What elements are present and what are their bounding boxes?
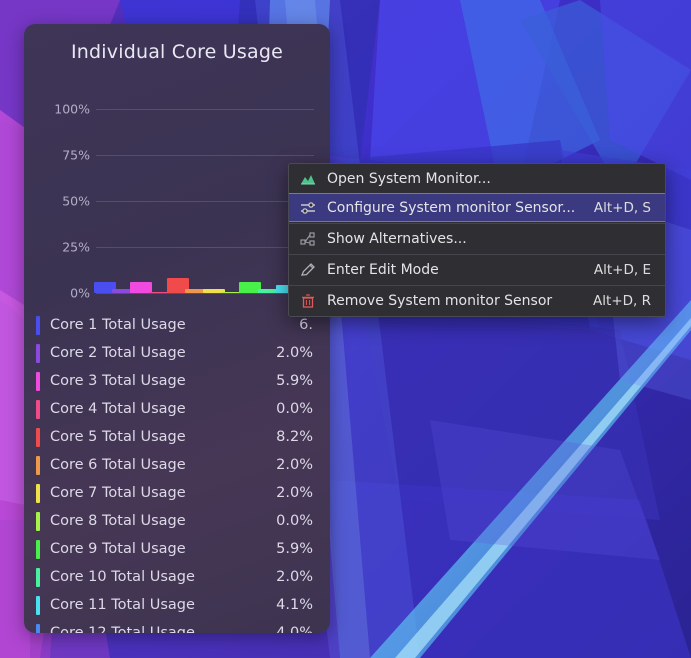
legend-label: Core 12 Total Usage (50, 625, 195, 633)
legend-row[interactable]: Core 4 Total Usage 0.0% (24, 395, 330, 423)
y-axis-label-0: 0% (70, 285, 90, 301)
y-axis-label-100: 100% (54, 101, 90, 117)
legend-row[interactable]: Core 12 Total Usage 4.0% (24, 619, 330, 633)
legend-color-swatch (36, 315, 40, 335)
legend-color-swatch (36, 343, 40, 363)
legend-value: 2.0% (276, 485, 313, 501)
legend-value: 2.0% (276, 569, 313, 585)
menu-item-label: Open System Monitor... (327, 171, 491, 187)
legend-color-swatch (36, 623, 40, 633)
y-axis-label-25: 25% (62, 239, 90, 255)
menu-separator (289, 285, 665, 286)
menu-item-shortcut: Alt+D, E (593, 262, 651, 278)
system-monitor-widget[interactable]: Individual Core Usage 100% 75% 50% 25% 0% Co… (24, 24, 330, 633)
menu-separator (289, 254, 665, 255)
legend-row[interactable]: Core 6 Total Usage 2.0% (24, 451, 330, 479)
sliders-icon (297, 200, 319, 216)
legend-value: 8.2% (276, 429, 313, 445)
legend-color-swatch (36, 567, 40, 587)
legend-label: Core 6 Total Usage (50, 457, 186, 473)
legend-value: 2.0% (276, 457, 313, 473)
legend-row[interactable]: Core 10 Total Usage 2.0% (24, 563, 330, 591)
legend-row[interactable]: Core 5 Total Usage 8.2% (24, 423, 330, 451)
legend-value: 4.0% (276, 625, 313, 633)
legend-value: 6. (299, 317, 313, 333)
legend-row[interactable]: Core 11 Total Usage 4.1% (24, 591, 330, 619)
legend-color-swatch (36, 455, 40, 475)
legend-row[interactable]: Core 9 Total Usage 5.9% (24, 535, 330, 563)
legend-label: Core 2 Total Usage (50, 345, 186, 361)
legend-color-swatch (36, 511, 40, 531)
legend-row[interactable]: Core 2 Total Usage 2.0% (24, 339, 330, 367)
chart-plot-area (94, 76, 316, 309)
legend-color-swatch (36, 483, 40, 503)
legend-row[interactable]: Core 7 Total Usage 2.0% (24, 479, 330, 507)
legend-value: 0.0% (276, 401, 313, 417)
legend-color-swatch (36, 371, 40, 391)
pencil-icon (297, 262, 319, 278)
menu-item-enter-edit-mode[interactable]: Enter Edit Mode Alt+D, E (289, 256, 665, 284)
legend-label: Core 5 Total Usage (50, 429, 186, 445)
legend-row[interactable]: Core 1 Total Usage 6. (24, 311, 330, 339)
trash-icon (297, 293, 319, 309)
legend-label: Core 1 Total Usage (50, 317, 186, 333)
legend-value: 5.9% (276, 541, 313, 557)
context-menu[interactable]: Open System Monitor... Configure System m… (288, 163, 666, 317)
legend-label: Core 10 Total Usage (50, 569, 195, 585)
menu-separator (289, 223, 665, 224)
legend-color-swatch (36, 595, 40, 615)
legend-value: 0.0% (276, 513, 313, 529)
legend-color-swatch (36, 427, 40, 447)
menu-item-label: Enter Edit Mode (327, 262, 439, 278)
menu-item-label: Configure System monitor Sensor... (327, 199, 576, 216)
legend-value: 5.9% (276, 373, 313, 389)
legend-value: 2.0% (276, 345, 313, 361)
legend-value: 4.1% (276, 597, 313, 613)
menu-item-configure-system-monitor-sensor[interactable]: Configure System monitor Sensor... Alt+D,… (289, 193, 665, 222)
menu-item-remove-system-monitor-sensor[interactable]: Remove System monitor Sensor Alt+D, R (289, 287, 665, 315)
legend-label: Core 4 Total Usage (50, 401, 186, 417)
legend-color-swatch (36, 399, 40, 419)
alternatives-icon (297, 231, 319, 247)
legend-color-swatch (36, 539, 40, 559)
legend-label: Core 3 Total Usage (50, 373, 186, 389)
menu-item-shortcut: Alt+D, R (593, 293, 651, 309)
widget-title: Individual Core Usage (71, 41, 283, 63)
menu-item-label: Remove System monitor Sensor (327, 293, 553, 309)
menu-item-open-system-monitor[interactable]: Open System Monitor... (289, 165, 665, 193)
legend-label: Core 7 Total Usage (50, 485, 186, 501)
legend-label: Core 8 Total Usage (50, 513, 186, 529)
menu-item-label: Show Alternatives... (327, 231, 467, 247)
core-usage-bar-chart: 100% 75% 50% 25% 0% (24, 76, 330, 309)
legend-row[interactable]: Core 8 Total Usage 0.0% (24, 507, 330, 535)
legend-label: Core 11 Total Usage (50, 597, 195, 613)
legend-row[interactable]: Core 3 Total Usage 5.9% (24, 367, 330, 395)
system-monitor-icon (297, 171, 319, 187)
menu-item-shortcut: Alt+D, S (593, 199, 651, 216)
legend-label: Core 9 Total Usage (50, 541, 186, 557)
y-axis-label-50: 50% (62, 193, 90, 209)
core-legend-list: Core 1 Total Usage 6. Core 2 Total Usage 2.… (24, 311, 330, 633)
menu-item-show-alternatives[interactable]: Show Alternatives... (289, 225, 665, 253)
y-axis-label-75: 75% (62, 147, 90, 163)
